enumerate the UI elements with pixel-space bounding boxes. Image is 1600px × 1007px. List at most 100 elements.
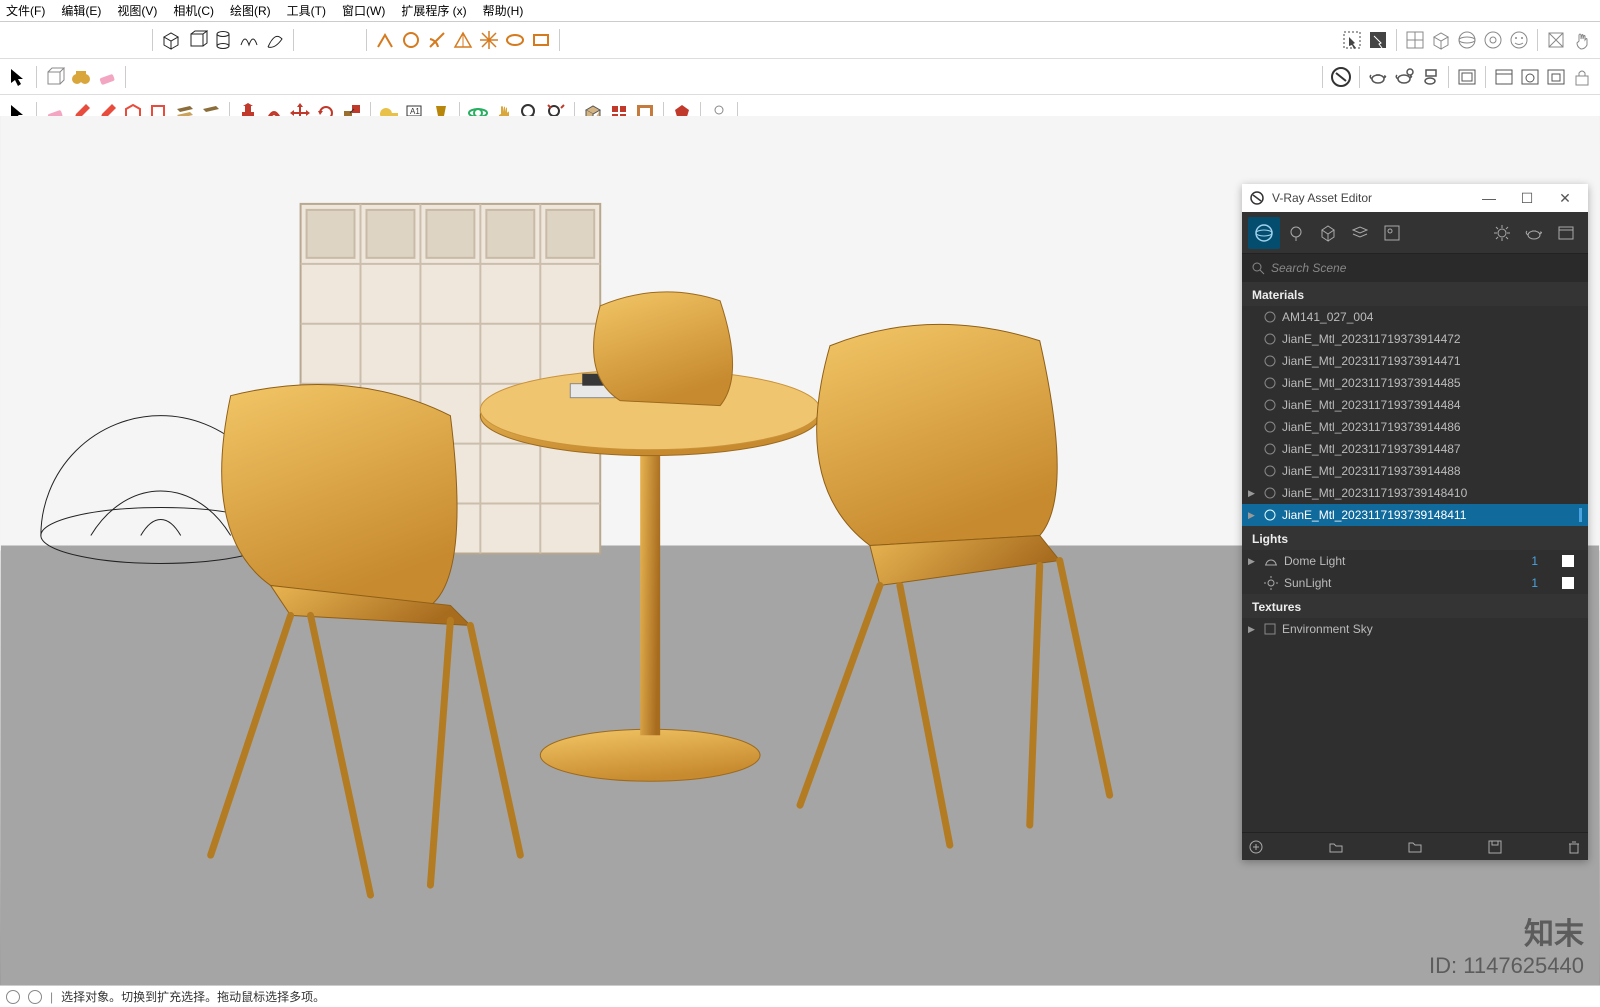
menu-help[interactable]: 帮助(H)	[481, 2, 526, 19]
profile-tool-4-icon[interactable]	[451, 28, 475, 52]
profile-tool-6-icon[interactable]	[503, 28, 527, 52]
style-3-icon[interactable]	[1455, 28, 1479, 52]
material-item[interactable]: ▶JianE_Mtl_2023117193739148410	[1242, 482, 1588, 504]
vray-asset-editor-panel: V-Ray Asset Editor — ☐ ✕ Search Scene Ma…	[1242, 184, 1588, 860]
material-item[interactable]: JianE_Mtl_202311719373914484	[1242, 394, 1588, 416]
folder-open-icon[interactable]	[1328, 839, 1344, 855]
menu-edit[interactable]: 编辑(E)	[59, 2, 103, 19]
vray-titlebar[interactable]: V-Ray Asset Editor — ☐ ✕	[1242, 184, 1588, 212]
window-b-icon[interactable]	[1518, 65, 1542, 89]
lock-icon[interactable]	[1570, 65, 1594, 89]
close-icon[interactable]: ✕	[1550, 190, 1580, 207]
maximize-icon[interactable]: ☐	[1512, 190, 1542, 207]
minimize-icon[interactable]: —	[1474, 190, 1504, 206]
binoculars-icon[interactable]	[69, 65, 93, 89]
material-name: JianE_Mtl_202311719373914485	[1282, 376, 1461, 390]
chevron-right-icon[interactable]: ▶	[1248, 510, 1255, 521]
style-4-icon[interactable]	[1481, 28, 1505, 52]
materials-list: AM141_027_004 JianE_Mtl_2023117193739144…	[1242, 306, 1588, 526]
menu-window[interactable]: 窗口(W)	[340, 2, 387, 19]
frame-a-icon[interactable]	[1455, 65, 1479, 89]
profile-tool-1-icon[interactable]	[373, 28, 397, 52]
light-enable-checkbox[interactable]	[1562, 555, 1574, 567]
profile-tool-3-icon[interactable]	[425, 28, 449, 52]
wireframe-box-icon[interactable]	[43, 65, 67, 89]
window-a-icon[interactable]	[1492, 65, 1516, 89]
menu-view[interactable]: 视图(V)	[115, 2, 159, 19]
chevron-right-icon[interactable]: ▶	[1248, 556, 1255, 567]
eraser-pink-icon[interactable]	[95, 65, 119, 89]
vray-logo-small-icon	[1250, 191, 1264, 205]
texture-name: Environment Sky	[1282, 622, 1373, 636]
menu-draw[interactable]: 绘图(R)	[228, 2, 273, 19]
material-name: JianE_Mtl_202311719373914488	[1282, 464, 1461, 478]
vray-search[interactable]: Search Scene	[1242, 254, 1588, 282]
iso-view-icon[interactable]	[159, 28, 183, 52]
tab-materials[interactable]	[1248, 217, 1280, 249]
select-crossing-icon[interactable]	[1366, 28, 1390, 52]
leaf-icon[interactable]	[263, 28, 287, 52]
hand-cursor-icon[interactable]	[1570, 28, 1594, 52]
teapot-cloud-icon[interactable]	[1418, 65, 1442, 89]
tab-settings[interactable]	[1486, 217, 1518, 249]
material-item[interactable]: JianE_Mtl_202311719373914488	[1242, 460, 1588, 482]
toolbar-row-2	[0, 58, 1600, 94]
chevron-right-icon[interactable]: ▶	[1248, 488, 1255, 499]
profile-tool-5-icon[interactable]	[477, 28, 501, 52]
status-circle-1-icon[interactable]	[6, 990, 20, 1004]
light-enable-checkbox[interactable]	[1562, 577, 1574, 589]
tab-render-teapot[interactable]	[1518, 217, 1550, 249]
teapot-interactive-icon[interactable]	[1392, 65, 1416, 89]
chevron-right-icon[interactable]: ▶	[1248, 624, 1255, 635]
menu-tools[interactable]: 工具(T)	[285, 2, 328, 19]
profile-tool-2-icon[interactable]	[399, 28, 423, 52]
add-asset-icon[interactable]	[1248, 839, 1264, 855]
style-5-icon[interactable]	[1507, 28, 1531, 52]
style-2-icon[interactable]	[1429, 28, 1453, 52]
material-ball-icon	[1264, 355, 1276, 367]
cube-icon[interactable]	[185, 28, 209, 52]
search-placeholder: Search Scene	[1271, 261, 1346, 275]
tab-lights[interactable]	[1280, 217, 1312, 249]
vray-tabs	[1242, 212, 1588, 254]
teapot-render-icon[interactable]	[1366, 65, 1390, 89]
material-item[interactable]: JianE_Mtl_202311719373914472	[1242, 328, 1588, 350]
light-item[interactable]: ▶ Dome Light 1	[1242, 550, 1588, 572]
material-ball-icon	[1264, 311, 1276, 323]
material-item[interactable]: JianE_Mtl_202311719373914471	[1242, 350, 1588, 372]
light-name: SunLight	[1284, 576, 1331, 590]
light-item[interactable]: SunLight 1	[1242, 572, 1588, 594]
profile-tool-7-icon[interactable]	[529, 28, 553, 52]
material-item[interactable]: JianE_Mtl_202311719373914486	[1242, 416, 1588, 438]
material-ball-icon	[1264, 421, 1276, 433]
material-item[interactable]: JianE_Mtl_202311719373914487	[1242, 438, 1588, 460]
vray-logo-icon[interactable]	[1329, 65, 1353, 89]
watermark-id-value: 1147625440	[1463, 953, 1584, 978]
cylinder-icon[interactable]	[211, 28, 235, 52]
tab-geometry[interactable]	[1312, 217, 1344, 249]
material-item[interactable]: JianE_Mtl_202311719373914485	[1242, 372, 1588, 394]
style-1-icon[interactable]	[1403, 28, 1427, 52]
select-arrow-icon[interactable]	[6, 65, 30, 89]
section-textures-label: Textures	[1242, 594, 1588, 618]
save-disk-icon[interactable]	[1487, 839, 1503, 855]
menu-extensions[interactable]: 扩展程序 (x)	[399, 2, 468, 19]
tab-textures[interactable]	[1376, 217, 1408, 249]
tool-a-icon[interactable]	[1544, 28, 1568, 52]
window-c-icon[interactable]	[1544, 65, 1568, 89]
tab-layers[interactable]	[1344, 217, 1376, 249]
watermark-brand: 知末	[1429, 909, 1584, 953]
watermark-id-label: ID:	[1429, 953, 1457, 978]
folder-icon[interactable]	[1407, 839, 1423, 855]
toolbar-row-1	[0, 22, 1600, 58]
tab-frame-buffer[interactable]	[1550, 217, 1582, 249]
menu-file[interactable]: 文件(F)	[4, 2, 47, 19]
menu-camera[interactable]: 相机(C)	[171, 2, 216, 19]
status-circle-2-icon[interactable]	[28, 990, 42, 1004]
texture-item[interactable]: ▶ Environment Sky	[1242, 618, 1588, 640]
trash-icon[interactable]	[1566, 839, 1582, 855]
material-item[interactable]: AM141_027_004	[1242, 306, 1588, 328]
wave-icon[interactable]	[237, 28, 261, 52]
material-item-selected[interactable]: ▶JianE_Mtl_2023117193739148411	[1242, 504, 1588, 526]
select-box-icon[interactable]	[1340, 28, 1364, 52]
